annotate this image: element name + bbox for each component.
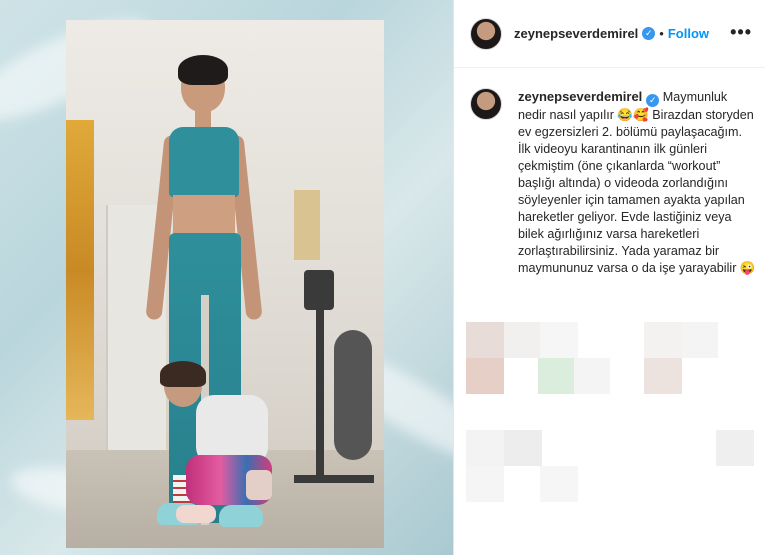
post-sidebar: zeynepseverdemirel ✓ • Follow ••• zeynep… [453,0,765,555]
verified-badge-icon: ✓ [646,94,660,107]
caption-username[interactable]: zeynepseverdemirel [518,89,642,104]
post-header: zeynepseverdemirel ✓ • Follow ••• [454,0,765,68]
header-username[interactable]: zeynepseverdemirel [514,26,638,41]
wall-painting [66,120,94,420]
caption-row: zeynepseverdemirel ✓ Maymunluk nedir nası… [470,88,756,277]
caption: zeynepseverdemirel ✓ Maymunluk nedir nası… [518,88,756,277]
caption-avatar[interactable] [470,88,502,120]
verified-badge-icon: ✓ [642,27,656,40]
avatar[interactable] [470,17,502,50]
separator-dot: • [659,26,664,41]
more-options-icon[interactable]: ••• [730,22,752,43]
follow-button[interactable]: Follow [668,26,709,41]
post-photo[interactable] [66,20,384,548]
caption-text: Maymunluk nedir nasıl yapılır 😂🥰 Birazda… [518,90,756,275]
child-figure [146,361,286,545]
post-media-area [0,0,453,555]
